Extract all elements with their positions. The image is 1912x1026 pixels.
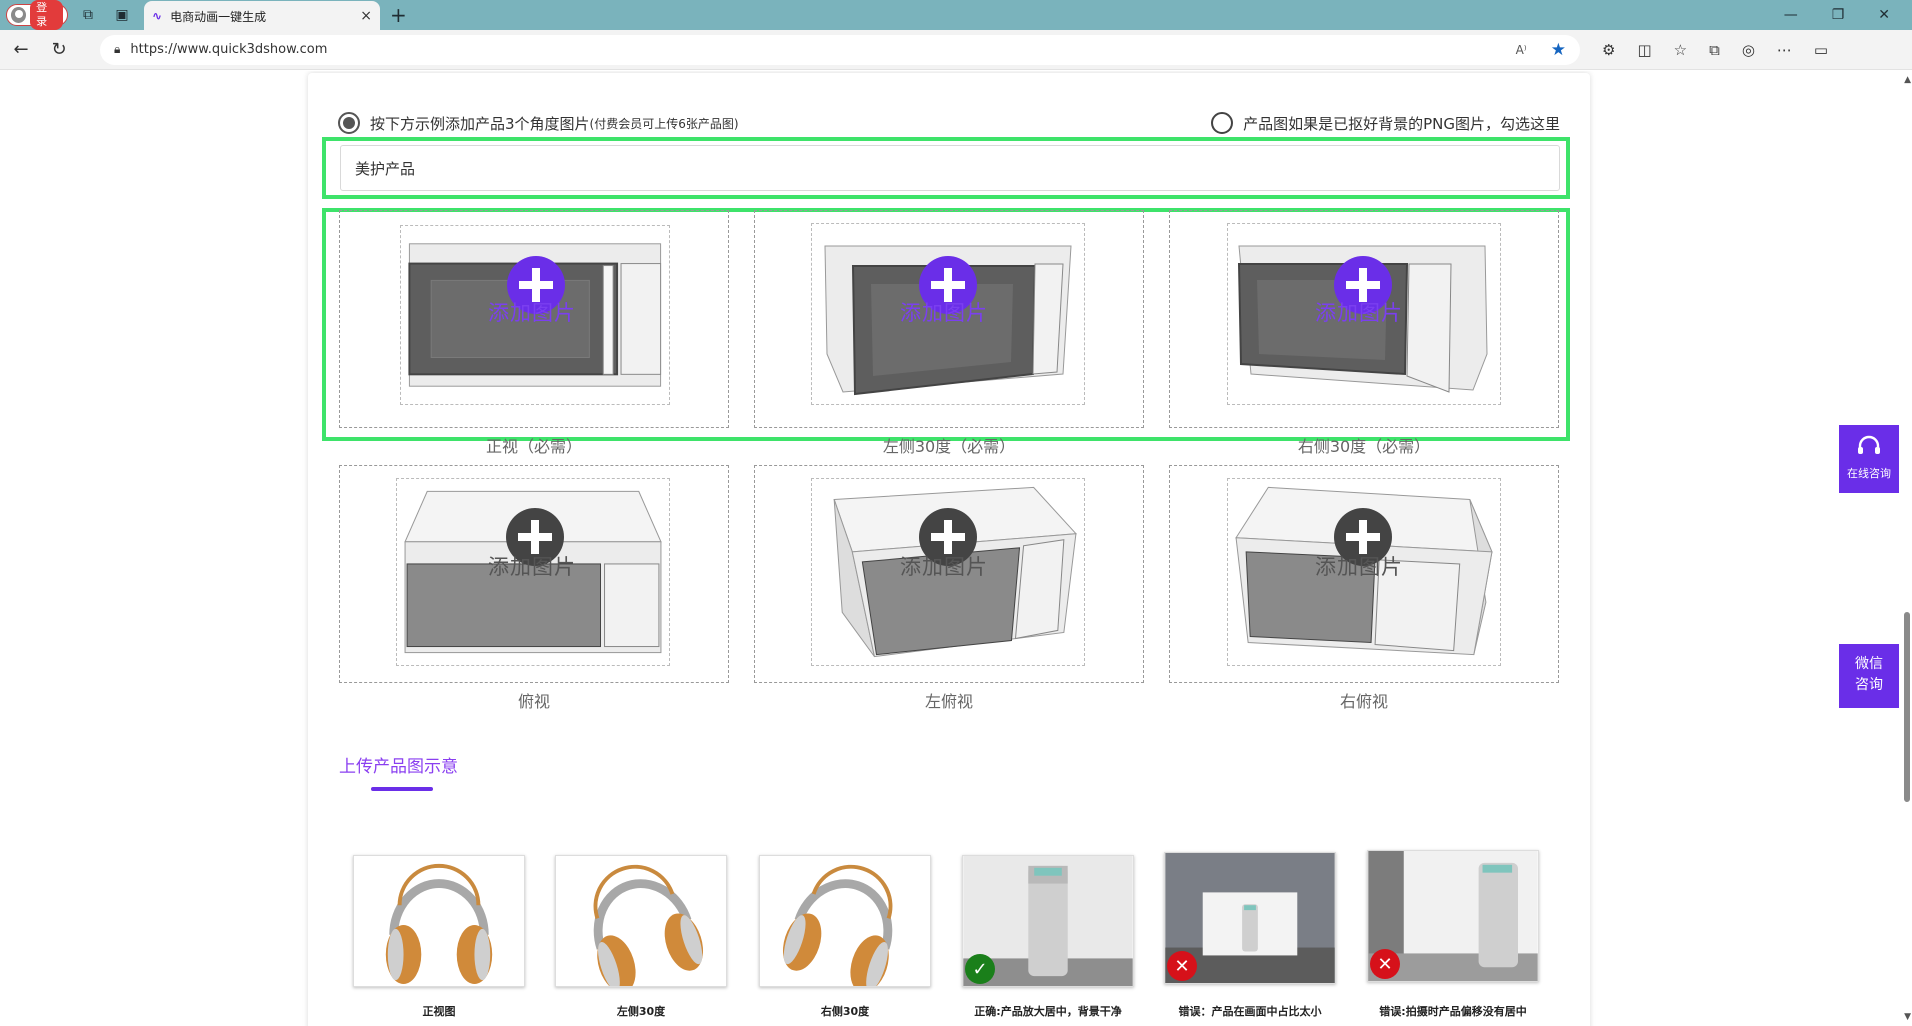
example-caption-4: 正确:产品放大居中，背景干净 bbox=[974, 1005, 1122, 1018]
example-image-6: ✕ bbox=[1367, 850, 1539, 982]
page-scrollbar[interactable]: ▲ ▼ bbox=[1902, 71, 1912, 1026]
scroll-up-arrow[interactable]: ▲ bbox=[1904, 75, 1911, 85]
add-image-label: 添加图片 bbox=[1315, 555, 1403, 579]
address-bar: ← ↻ 🔒︎ https://www.quick3dshow.com A⁾ ★ … bbox=[0, 30, 1912, 70]
extensions-icon[interactable]: ⚙︎ bbox=[1602, 41, 1615, 59]
add-image-label: 添加图片 bbox=[900, 301, 988, 325]
lock-icon: 🔒︎ bbox=[114, 42, 121, 56]
profile-button[interactable]: 登录 bbox=[6, 0, 68, 30]
page-viewport: 按下方示例添加产品3个角度图片 (付费会员可上传6张产品图) 产品图如果是已抠好… bbox=[0, 71, 1912, 1026]
upload-slot-front[interactable]: 添加图片 bbox=[339, 210, 729, 428]
tab-close-icon[interactable]: × bbox=[360, 8, 372, 24]
vertical-tabs-icon[interactable]: ▣ bbox=[108, 3, 136, 27]
read-aloud-icon[interactable]: A⁾ bbox=[1516, 43, 1527, 57]
workspaces-icon[interactable]: ⧉ bbox=[74, 3, 102, 27]
refresh-button[interactable]: ↻ bbox=[42, 33, 76, 67]
performance-icon[interactable]: ◎ bbox=[1742, 41, 1755, 59]
wechat-consult-button[interactable]: 微信 咨询 bbox=[1839, 644, 1899, 708]
scroll-thumb[interactable] bbox=[1904, 612, 1910, 802]
upload-slot-right30[interactable]: 添加图片 bbox=[1169, 210, 1559, 428]
favorite-star-icon[interactable]: ★ bbox=[1551, 40, 1566, 60]
slot-caption-left30: 左侧30度（必需） bbox=[882, 437, 1016, 456]
window-controls: — ❐ ✕ bbox=[1784, 7, 1890, 23]
new-tab-button[interactable]: + bbox=[390, 3, 407, 27]
product-name-input[interactable]: 美护产品 bbox=[340, 145, 1560, 191]
tab-active[interactable]: ∿ 电商动画一键生成 × bbox=[144, 1, 380, 31]
upload-slot-righttop[interactable]: 添加图片 bbox=[1169, 465, 1559, 683]
url-text: https://www.quick3dshow.com bbox=[130, 42, 328, 57]
minimize-icon[interactable]: — bbox=[1784, 7, 1798, 23]
check-icon: ✓ bbox=[965, 954, 995, 984]
login-chip: 登录 bbox=[30, 0, 63, 30]
sidebar-toggle-icon[interactable]: ▭ bbox=[1814, 41, 1828, 59]
collections-icon[interactable]: ⧉ bbox=[1709, 41, 1720, 59]
favorites-icon[interactable]: ☆ bbox=[1674, 41, 1687, 59]
example-image-5: ✕ bbox=[1164, 852, 1336, 984]
example-caption-3: 右侧30度 bbox=[820, 1005, 870, 1018]
radio-angle-photos[interactable] bbox=[338, 112, 360, 134]
headset-icon bbox=[1858, 435, 1880, 454]
option-angle-label: 按下方示例添加产品3个角度图片 bbox=[370, 114, 590, 133]
slot-caption-right30: 右侧30度（必需） bbox=[1297, 437, 1431, 456]
example-image-1 bbox=[353, 855, 525, 987]
restore-icon[interactable]: ❐ bbox=[1832, 7, 1845, 23]
example-caption-5: 错误：产品在画面中占比太小 bbox=[1178, 1005, 1322, 1018]
avatar-icon bbox=[11, 7, 27, 23]
background-option-row: 按下方示例添加产品3个角度图片 (付费会员可上传6张产品图) 产品图如果是已抠好… bbox=[338, 109, 1560, 137]
browser-tab-bar: 登录 ⧉ ▣ ∿ 电商动画一键生成 × + — ❐ ✕ bbox=[0, 0, 1912, 31]
option-angle-note: (付费会员可上传6张产品图) bbox=[589, 116, 739, 131]
upload-slot-lefttop[interactable]: 添加图片 bbox=[754, 465, 1144, 683]
slot-caption-righttop: 右俯视 bbox=[1339, 692, 1388, 711]
example-image-3 bbox=[759, 855, 931, 987]
close-window-icon[interactable]: ✕ bbox=[1878, 7, 1890, 23]
wechat-label-1: 微信 bbox=[1855, 656, 1883, 672]
example-caption-1: 正视图 bbox=[422, 1005, 456, 1018]
example-image-4: ✓ bbox=[962, 855, 1134, 987]
radio-png-cutout[interactable] bbox=[1211, 112, 1234, 134]
example-image-2 bbox=[555, 855, 727, 987]
error-x-icon: ✕ bbox=[1370, 949, 1400, 979]
scroll-down-arrow[interactable]: ▼ bbox=[1904, 1012, 1911, 1022]
site-favicon-icon: ∿ bbox=[152, 9, 163, 23]
slot-caption-lefttop: 左俯视 bbox=[924, 692, 973, 711]
examples-title-underline bbox=[371, 787, 433, 791]
option-png-label: 产品图如果是已抠好背景的PNG图片，勾选这里 bbox=[1243, 114, 1560, 133]
back-button[interactable]: ← bbox=[4, 33, 38, 67]
example-caption-2: 左侧30度 bbox=[616, 1005, 666, 1018]
split-screen-icon[interactable]: ◫ bbox=[1637, 41, 1651, 59]
online-consult-label: 在线咨询 bbox=[1847, 467, 1891, 480]
tab-title: 电商动画一键生成 bbox=[170, 9, 267, 24]
more-menu-icon[interactable]: ⋯ bbox=[1777, 41, 1792, 59]
upload-slot-left30[interactable]: 添加图片 bbox=[754, 210, 1144, 428]
upload-slot-top[interactable]: 添加图片 bbox=[339, 465, 729, 683]
url-field[interactable]: 🔒︎ https://www.quick3dshow.com A⁾ ★ bbox=[100, 34, 1580, 65]
wechat-label-2: 咨询 bbox=[1855, 677, 1883, 693]
add-image-label: 添加图片 bbox=[900, 555, 988, 579]
add-image-label: 添加图片 bbox=[1315, 301, 1403, 325]
examples-title: 上传产品图示意 bbox=[339, 757, 458, 777]
slot-caption-front: 正视（必需） bbox=[485, 437, 582, 456]
add-image-label: 添加图片 bbox=[488, 301, 576, 325]
browser-toolbar: ⚙︎ ◫ ☆ ⧉ ◎ ⋯ ▭ bbox=[1602, 41, 1828, 59]
example-caption-6: 错误:拍摄时产品偏移没有居中 bbox=[1379, 1005, 1527, 1018]
slot-caption-top: 俯视 bbox=[517, 692, 550, 711]
error-x-icon: ✕ bbox=[1167, 951, 1197, 981]
add-image-label: 添加图片 bbox=[488, 555, 576, 579]
online-consult-button[interactable]: 在线咨询 bbox=[1839, 425, 1899, 493]
